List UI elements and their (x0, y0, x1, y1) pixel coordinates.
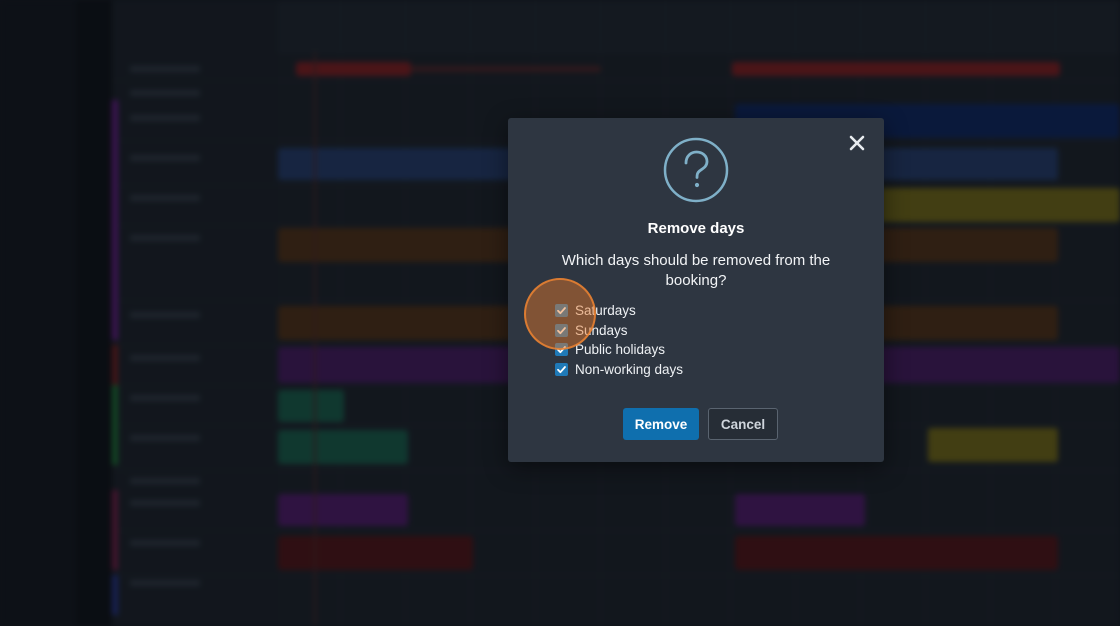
option-non-working-days[interactable]: Non-working days (555, 360, 683, 380)
checkbox-non-working-days[interactable] (555, 362, 568, 376)
checkbox-sundays[interactable] (555, 323, 568, 337)
checkbox-public-holidays[interactable] (555, 343, 568, 357)
dialog-question: Which days should be removed from the bo… (561, 252, 831, 289)
dialog-title: Remove days (647, 220, 745, 237)
option-saturdays[interactable]: Saturdays (555, 301, 683, 321)
checkbox-saturdays[interactable] (555, 304, 568, 318)
option-label: Non-working days (575, 361, 684, 377)
option-label: Public holidays (575, 342, 666, 358)
option-public-holidays[interactable]: Public holidays (555, 340, 683, 360)
cancel-button[interactable]: Cancel (708, 408, 778, 440)
remove-days-dialog: Remove days Which days should be removed… (508, 118, 884, 462)
day-options: Saturdays Sundays Public holidays Non-wo… (555, 301, 683, 379)
option-label: Sundays (575, 322, 628, 338)
remove-button[interactable]: Remove (623, 408, 699, 440)
option-label: Saturdays (575, 303, 636, 319)
option-sundays[interactable]: Sundays (555, 321, 683, 341)
close-icon[interactable] (846, 132, 868, 154)
question-circle-icon (663, 137, 729, 203)
